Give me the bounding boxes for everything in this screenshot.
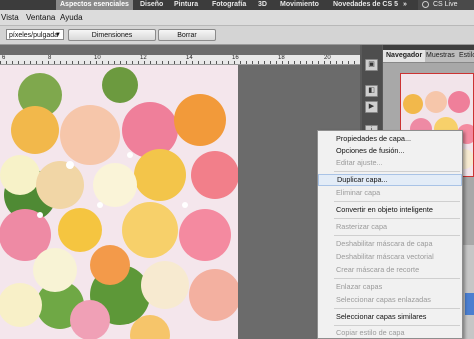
menu-item-duplicate-layer[interactable]: Duplicar capa... (318, 174, 462, 186)
document-canvas[interactable] (0, 65, 238, 339)
menu-item-convert-smart-object[interactable]: Convertir en objeto inteligente (318, 204, 462, 216)
menu-help[interactable]: Ayuda (60, 10, 83, 25)
menu-separator (334, 278, 460, 279)
menu-item-disable-layer-mask[interactable]: Deshabilitar máscara de capa (318, 238, 462, 250)
menu-item-disable-vector-mask[interactable]: Deshabilitar máscara vectorial (318, 251, 462, 263)
flower-bouquet-image (0, 65, 238, 339)
menu-separator (334, 235, 460, 236)
history-icon[interactable]: ◧ (365, 85, 378, 97)
menu-item-blending-options[interactable]: Opciones de fusión... (318, 145, 462, 157)
resolution-unit-value: píxeles/pulgada (9, 32, 59, 39)
workspace-photography-button[interactable]: Fotografía (212, 0, 246, 10)
tab-styles[interactable]: Estilos (459, 50, 474, 62)
menu-view[interactable]: Vista (1, 10, 19, 25)
menu-separator (334, 325, 460, 326)
workspace-essentials-button[interactable]: Aspectos esenciales (56, 0, 133, 10)
actions-icon[interactable]: ▶ (365, 101, 378, 113)
workspace-painting-button[interactable]: Pintura (174, 0, 198, 10)
menu-item-edit-adjustment[interactable]: Editar ajuste... (318, 157, 462, 169)
ruler-ticks (0, 61, 360, 64)
menu-item-link-layers[interactable]: Enlazar capas (318, 281, 462, 293)
menu-window[interactable]: Ventana (26, 10, 55, 25)
cs-live-label: CS Live (433, 1, 458, 8)
cs-live-icon (422, 1, 429, 8)
workspace-new-cs5-button[interactable]: Novedades de CS 5 (333, 0, 398, 10)
workspace-motion-button[interactable]: Movimiento (280, 0, 319, 10)
menu-item-select-similar-layers[interactable]: Seleccionar capas similares (318, 311, 462, 323)
menu-item-layer-properties[interactable]: Propiedades de capa... (318, 133, 462, 145)
menu-separator (334, 171, 460, 172)
workspace-design-button[interactable]: Diseño (140, 0, 163, 10)
menu-item-create-clipping-mask[interactable]: Crear máscara de recorte (318, 264, 462, 276)
tab-navigator[interactable]: Navegador (383, 50, 426, 62)
navigator-icon[interactable]: ▣ (365, 59, 378, 71)
cs-live-button[interactable]: CS Live (418, 0, 474, 10)
resolution-unit-select[interactable]: píxeles/pulgada ▼ (6, 29, 64, 40)
horizontal-ruler[interactable]: 6 8 10 12 14 16 18 20 (0, 55, 360, 65)
dimensions-button[interactable]: Dimensiones (68, 29, 156, 41)
workspace-more-button[interactable]: » (403, 0, 407, 10)
selected-layer-indicator[interactable] (465, 293, 474, 315)
chevron-down-icon: ▼ (55, 32, 61, 38)
options-bar: píxeles/pulgada ▼ Dimensiones Borrar (0, 26, 474, 45)
menu-item-rasterize-layer[interactable]: Rasterizar capa (318, 221, 462, 233)
menu-bar: Vista Ventana Ayuda (0, 10, 474, 26)
menu-separator (334, 201, 460, 202)
panel-tabs: Navegador Muestras Estilos (383, 50, 474, 63)
tab-swatches[interactable]: Muestras (426, 50, 455, 62)
menu-item-copy-layer-style[interactable]: Copiar estilo de capa (318, 327, 462, 339)
workspace-3d-button[interactable]: 3D (258, 0, 267, 10)
menu-separator (334, 308, 460, 309)
menu-separator (334, 218, 460, 219)
clear-button[interactable]: Borrar (158, 29, 216, 41)
menu-item-select-linked-layers[interactable]: Seleccionar capas enlazadas (318, 294, 462, 306)
layer-context-menu: Propiedades de capa... Opciones de fusió… (317, 130, 463, 339)
workspace-bar: Aspectos esenciales Diseño Pintura Fotog… (0, 0, 474, 10)
menu-item-delete-layer[interactable]: Eliminar capa (318, 187, 462, 199)
